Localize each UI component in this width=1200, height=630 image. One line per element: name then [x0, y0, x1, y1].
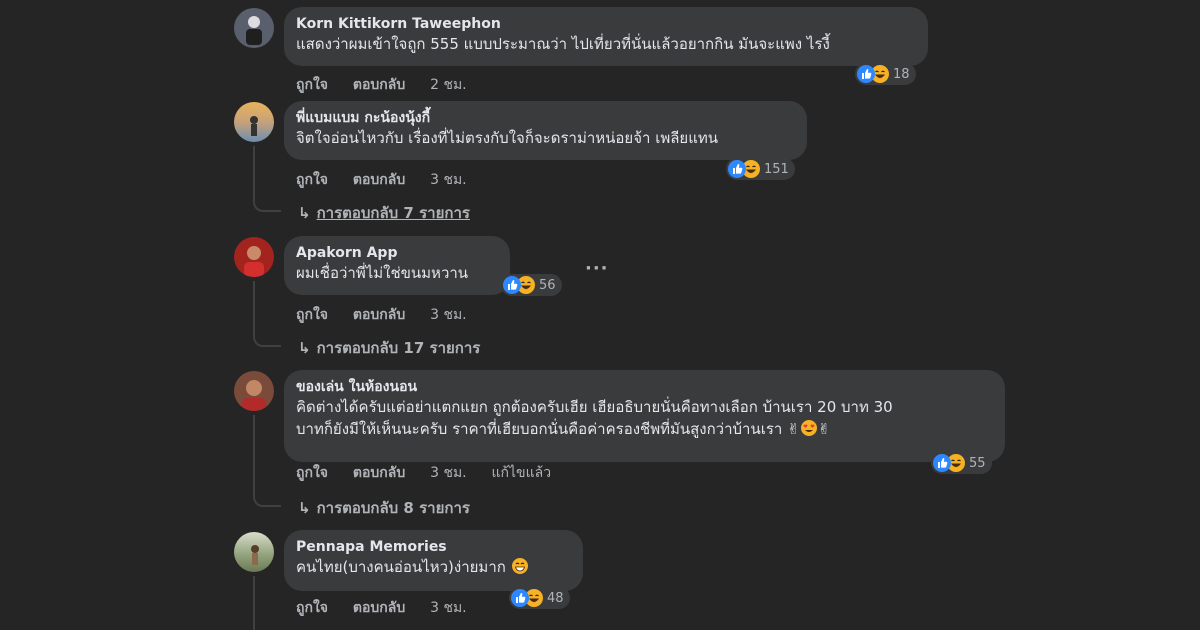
- avatar[interactable]: [234, 102, 274, 142]
- like-reaction-icon: [503, 276, 521, 294]
- like-link[interactable]: ถูกใจ: [296, 600, 328, 616]
- thread-connector: [253, 491, 281, 507]
- timestamp[interactable]: 3 ชม.: [430, 172, 467, 188]
- like-link[interactable]: ถูกใจ: [296, 77, 328, 93]
- thread-connector: [253, 196, 281, 212]
- victory-hand-emoji-icon: ✌: [817, 420, 831, 438]
- comment-actions: ถูกใจ ตอบกลับ 2 ชม.: [296, 76, 487, 94]
- comment-actions: ถูกใจ ตอบกลับ 3 ชม. แก้ไขแล้ว: [296, 464, 571, 482]
- thread-connector: [253, 331, 281, 347]
- like-reaction-icon: [933, 454, 951, 472]
- comment-author[interactable]: ของเล่น ในห้องนอน: [296, 378, 993, 396]
- reaction-summary[interactable]: 48: [509, 587, 570, 609]
- reaction-summary[interactable]: 18: [855, 63, 916, 85]
- comment-actions: ถูกใจ ตอบกลับ 3 ชม.: [296, 599, 487, 617]
- comment-bubble: Apakorn App ผมเชื่อว่าพี่ไม่ใช่ขนมหวาน: [284, 236, 510, 295]
- like-reaction-icon: [511, 589, 529, 607]
- grin-emoji-icon: [511, 558, 528, 574]
- reaction-summary[interactable]: 151: [726, 158, 795, 180]
- comment-bubble: พี่แบมแบม กะน้องนุ้งกี้ จิตใจอ่อนไหวกับ …: [284, 101, 807, 160]
- like-link[interactable]: ถูกใจ: [296, 172, 328, 188]
- more-options-icon[interactable]: ···: [585, 258, 609, 279]
- avatar[interactable]: [234, 8, 274, 48]
- comment-text: จิตใจอ่อนไหวกับ เรื่องที่ไม่ตรงกับใจก็จะ…: [296, 129, 718, 147]
- reply-link[interactable]: ตอบกลับ: [353, 465, 405, 481]
- reply-link[interactable]: ตอบกลับ: [353, 77, 405, 93]
- comment-text-with-emoji: คนไทย(บางคนอ่อนไหว)ง่ายมาก: [296, 556, 571, 578]
- comment-actions: ถูกใจ ตอบกลับ 3 ชม.: [296, 306, 487, 324]
- reply-link[interactable]: ตอบกลับ: [353, 172, 405, 188]
- comment-author[interactable]: Korn Kittikorn Taweephon: [296, 15, 916, 33]
- edited-label[interactable]: แก้ไขแล้ว: [492, 465, 552, 481]
- thread-line: [253, 576, 255, 630]
- thread-line: [253, 146, 255, 196]
- view-replies-link[interactable]: ↳ การตอบกลับ 7 รายการ: [298, 201, 470, 225]
- victory-hand-emoji-icon: ✌: [787, 420, 800, 438]
- reaction-count: 18: [893, 66, 910, 82]
- reaction-summary[interactable]: 56: [501, 274, 562, 296]
- reaction-summary[interactable]: 55: [931, 452, 992, 474]
- comment-author[interactable]: พี่แบมแบม กะน้องนุ้งกี้: [296, 109, 795, 127]
- heart-eyes-emoji-icon: [800, 420, 817, 436]
- view-replies-link[interactable]: ↳ การตอบกลับ 17 รายการ: [298, 336, 480, 360]
- comment-text-line: คิดต่างได้ครับแต่อย่าแตกแยก ถูกต้องครับเ…: [296, 398, 893, 416]
- avatar[interactable]: [234, 532, 274, 572]
- like-reaction-icon: [857, 65, 875, 83]
- timestamp[interactable]: 3 ชม.: [430, 307, 467, 323]
- timestamp[interactable]: 3 ชม.: [430, 600, 467, 616]
- reaction-count: 151: [764, 161, 789, 177]
- reaction-count: 48: [547, 590, 564, 606]
- like-link[interactable]: ถูกใจ: [296, 465, 328, 481]
- reply-arrow-icon: ↳: [298, 204, 311, 222]
- comment-actions: ถูกใจ ตอบกลับ 3 ชม.: [296, 171, 487, 189]
- comment-text: ผมเชื่อว่าพี่ไม่ใช่ขนมหวาน: [296, 264, 469, 282]
- comment-bubble: Pennapa Memories คนไทย(บางคนอ่อนไหว)ง่าย…: [284, 530, 583, 591]
- thread-line: [253, 281, 255, 331]
- avatar[interactable]: [234, 371, 274, 411]
- reply-link[interactable]: ตอบกลับ: [353, 600, 405, 616]
- view-replies-link[interactable]: ↳ การตอบกลับ 8 รายการ: [298, 496, 470, 520]
- reply-arrow-icon: ↳: [298, 339, 311, 357]
- comment-bubble: Korn Kittikorn Taweephon แสดงว่าผมเข้าใจ…: [284, 7, 928, 66]
- reaction-count: 55: [969, 455, 986, 471]
- comment-text: แสดงว่าผมเข้าใจถูก 555 แบบประมาณว่า ไปเท…: [296, 35, 830, 53]
- reaction-count: 56: [539, 277, 556, 293]
- timestamp[interactable]: 2 ชม.: [430, 77, 467, 93]
- comment-bubble: ของเล่น ในห้องนอน คิดต่างได้ครับแต่อย่าแ…: [284, 370, 1005, 462]
- reply-link[interactable]: ตอบกลับ: [353, 307, 405, 323]
- comment-author[interactable]: Apakorn App: [296, 244, 498, 262]
- avatar[interactable]: [234, 237, 274, 277]
- reply-arrow-icon: ↳: [298, 499, 311, 517]
- comment-author[interactable]: Pennapa Memories: [296, 538, 571, 556]
- timestamp[interactable]: 3 ชม.: [430, 465, 467, 481]
- comment-text-line-with-emoji: บาทก็ยังมีให้เห็นนะครับ ราคาที่เฮียบอกนั…: [296, 420, 831, 438]
- like-link[interactable]: ถูกใจ: [296, 307, 328, 323]
- thread-line: [253, 415, 255, 491]
- like-reaction-icon: [728, 160, 746, 178]
